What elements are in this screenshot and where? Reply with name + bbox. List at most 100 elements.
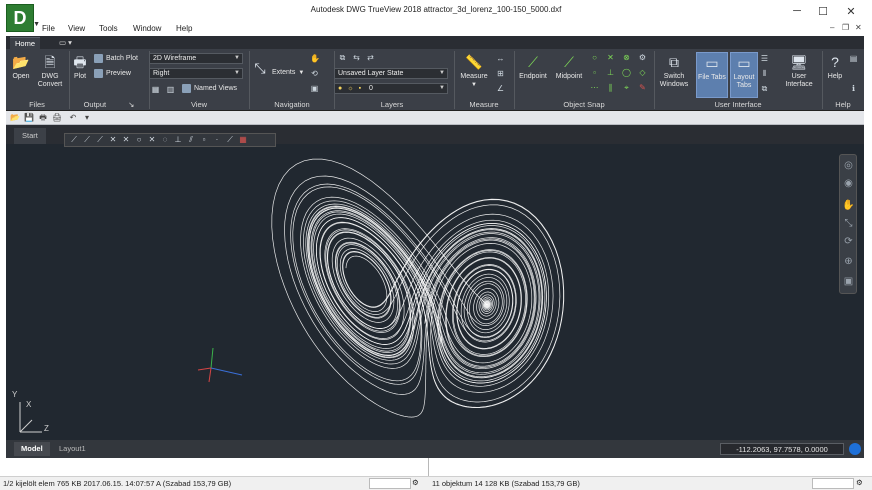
apparent-snap-icon[interactable]: ⊗: [622, 53, 631, 62]
show-motion-icon[interactable]: ▣: [842, 275, 855, 288]
center-snap-icon[interactable]: ○: [590, 53, 599, 62]
application-menu-button[interactable]: D ▼: [6, 4, 40, 32]
plot-preview-icon[interactable]: 🖨: [52, 113, 62, 123]
perpendicular-snap-icon[interactable]: ⊥: [606, 68, 615, 77]
zoom-extents-icon[interactable]: ⤡: [842, 217, 855, 230]
menu-help[interactable]: Help: [176, 24, 192, 33]
switch-windows-button[interactable]: ⧉ Switch Windows: [656, 53, 692, 89]
help-extra-icon[interactable]: ▤: [849, 54, 858, 63]
pan-hand-icon[interactable]: ✋: [310, 54, 320, 63]
insert-icon[interactable]: ▫: [199, 135, 209, 145]
file-tabs-toggle[interactable]: ▭ File Tabs: [696, 52, 728, 98]
nearest-snap-icon[interactable]: ⌖: [622, 83, 631, 92]
batch-plot-button[interactable]: Batch Plot: [94, 54, 138, 63]
user-interface-button[interactable]: 🖥 User Interface: [780, 53, 818, 89]
zoom-window-icon[interactable]: ⊕: [842, 255, 855, 268]
layer-state-icon[interactable]: ⇆: [352, 53, 361, 62]
orbit-icon[interactable]: ⟲: [310, 69, 319, 78]
extents-button[interactable]: Extents ▼: [272, 69, 304, 76]
menu-view[interactable]: View: [68, 24, 85, 33]
help-button[interactable]: ? Help: [822, 53, 848, 81]
endpoint-icon[interactable]: ⟋: [95, 135, 105, 145]
print-icon[interactable]: 🖶: [38, 113, 48, 123]
nearest-icon[interactable]: ⟋: [225, 135, 235, 145]
layer-dropdown[interactable]: ● ☼ ▪ 0 ▼: [334, 83, 448, 94]
doc-restore-icon[interactable]: ❐: [842, 23, 849, 32]
save-icon[interactable]: 💾: [24, 113, 34, 123]
tile-vertical-icon[interactable]: ⫴: [760, 69, 769, 78]
perpendicular-icon[interactable]: ⊥: [173, 135, 183, 145]
tile-horizontal-icon[interactable]: ☰: [760, 54, 769, 63]
open-file-icon[interactable]: 📂: [10, 113, 20, 123]
viewport-icon[interactable]: ▦: [151, 85, 160, 94]
node-icon[interactable]: ·: [212, 135, 222, 145]
node-snap-icon[interactable]: ▫: [590, 68, 599, 77]
drawing-canvas[interactable]: Y X Z ◎ ◉ ✋ ⤡ ⟳ ⊕ ▣: [6, 144, 864, 440]
minimize-button[interactable]: ─: [784, 2, 810, 20]
preview-button[interactable]: Preview: [94, 69, 131, 78]
layout-tab-layout1[interactable]: Layout1: [52, 442, 93, 456]
intersection-snap-icon[interactable]: ✕: [606, 53, 615, 62]
settings-globe-icon[interactable]: [849, 443, 861, 455]
info-icon[interactable]: ℹ: [849, 84, 858, 93]
menu-window[interactable]: Window: [133, 24, 161, 33]
dwg-convert-button[interactable]: 🗎 DWG Convert: [36, 53, 64, 89]
close-button[interactable]: ✕: [838, 2, 864, 20]
endpoint-button[interactable]: ⟋ Endpoint: [516, 53, 550, 81]
orbit-icon[interactable]: ⟳: [842, 235, 855, 248]
left-status-text: 1/2 kijelölt elem 765 KB 2017.06.15. 14:…: [3, 479, 232, 488]
full-navigation-wheel-icon[interactable]: ◉: [842, 177, 855, 190]
measure-distance-icon[interactable]: ↔: [496, 54, 505, 63]
quadrant-snap-icon[interactable]: ◇: [638, 68, 647, 77]
temp-track-icon[interactable]: ⟋: [69, 135, 79, 145]
midpoint-icon[interactable]: ✕: [108, 135, 118, 145]
menu-tools[interactable]: Tools: [99, 24, 118, 33]
open-button[interactable]: 📂 Open: [10, 53, 32, 81]
zoom-extents-icon[interactable]: ⤡: [250, 59, 270, 79]
customize-toolbar-icon[interactable]: ▾: [82, 113, 92, 123]
layout-tabs-toggle[interactable]: ▭ Layout Tabs: [730, 52, 758, 98]
maximize-button[interactable]: ☐: [810, 2, 836, 20]
midpoint-button[interactable]: ⟋ Midpoint: [552, 53, 586, 81]
parallel-snap-icon[interactable]: ∥: [606, 83, 615, 92]
snap-from-icon[interactable]: ⟋: [82, 135, 92, 145]
plot-button[interactable]: 🖶 Plot: [70, 53, 90, 81]
layer-previous-icon[interactable]: ⇄: [366, 53, 375, 62]
menu-file[interactable]: File: [42, 24, 55, 33]
snap-off-icon[interactable]: ✎: [638, 83, 647, 92]
viewport-config-icon[interactable]: ▥: [166, 85, 175, 94]
object-snap-toolbar: ⟋ ⟋ ⟋ ✕ ✕ ○ ✕ ◌ ⊥ ⫽ ▫ · ⟋ ▦: [64, 133, 276, 147]
intersection-icon[interactable]: ✕: [121, 135, 131, 145]
measure-angle-icon[interactable]: ∠: [496, 84, 505, 93]
center-icon[interactable]: ○: [134, 135, 144, 145]
visual-style-dropdown[interactable]: 2D Wireframe ▼: [149, 53, 243, 64]
view-cube-icon[interactable]: ▣: [310, 84, 319, 93]
measure-button[interactable]: 📏 Measure ▼: [456, 53, 492, 89]
undo-icon[interactable]: ↶: [68, 113, 78, 123]
right-status-icon[interactable]: ⚙: [856, 478, 863, 487]
none-icon[interactable]: ▦: [238, 135, 248, 145]
view-direction-dropdown[interactable]: Right ▼: [149, 68, 243, 79]
parallel-icon[interactable]: ⫽: [186, 135, 196, 145]
doc-minimize-icon[interactable]: –: [830, 23, 834, 32]
layout-tab-model[interactable]: Model: [14, 442, 50, 456]
named-views-button[interactable]: Named Views: [182, 84, 237, 93]
tangent-icon[interactable]: ◌: [160, 135, 170, 145]
tab-home[interactable]: Home: [10, 37, 41, 49]
measure-area-icon[interactable]: ⊞: [496, 69, 505, 78]
doc-close-icon[interactable]: ✕: [855, 23, 862, 32]
layer-state-dropdown[interactable]: Unsaved Layer State ▼: [334, 68, 448, 79]
file-tab-start[interactable]: Start: [14, 128, 46, 144]
tangent-snap-icon[interactable]: ◯: [622, 68, 631, 77]
ribbon-minimize-icon[interactable]: ▭ ▾: [54, 37, 77, 49]
snap-settings-icon[interactable]: ⚙: [638, 53, 647, 62]
extension-snap-icon[interactable]: ⋯: [590, 83, 599, 92]
cascade-icon[interactable]: ⧉: [760, 84, 769, 93]
pan-icon[interactable]: ✋: [842, 199, 855, 212]
left-status-icon[interactable]: ⚙: [412, 478, 419, 487]
steering-wheel-icon[interactable]: ◎: [842, 159, 855, 172]
panel-help-label: Help: [835, 100, 851, 109]
quadrant-icon[interactable]: ✕: [147, 135, 157, 145]
panel-expand-icon[interactable]: ↘: [128, 100, 134, 109]
layer-properties-icon[interactable]: ⧉: [338, 53, 347, 62]
